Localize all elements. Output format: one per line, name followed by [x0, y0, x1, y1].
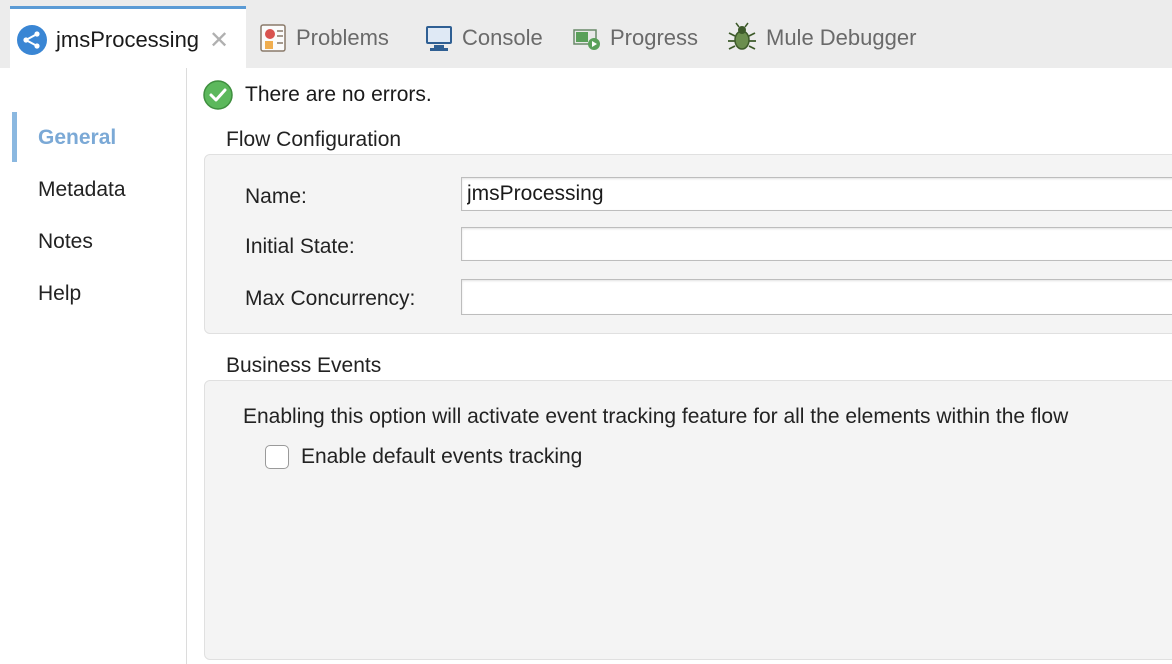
- mule-flow-icon: [16, 24, 48, 56]
- checkbox-label: Enable default events tracking: [301, 445, 583, 468]
- sidebar-nav: General Metadata Notes Help: [0, 68, 187, 664]
- tab-label: Problems: [296, 25, 389, 50]
- max-concurrency-field[interactable]: [461, 279, 1172, 315]
- editor-tab-bar: jmsProcessing ✕ Problems Console Progres…: [0, 0, 1172, 71]
- validation-status: There are no errors.: [203, 80, 432, 110]
- sidebar-item-notes[interactable]: Notes: [38, 230, 93, 254]
- enable-events-tracking-row[interactable]: Enable default events tracking: [265, 445, 582, 469]
- name-label: Name:: [245, 185, 307, 208]
- tab-jms-processing[interactable]: jmsProcessing ✕: [10, 6, 246, 71]
- initial-state-label: Initial State:: [245, 235, 355, 258]
- success-check-icon: [203, 80, 233, 110]
- status-text: There are no errors.: [245, 83, 432, 106]
- business-events-title: Business Events: [226, 354, 382, 377]
- tab-label: Mule Debugger: [766, 25, 917, 50]
- sidebar-item-general[interactable]: General: [38, 126, 116, 150]
- problems-icon: [258, 23, 288, 53]
- enable-events-tracking-checkbox[interactable]: [265, 445, 289, 469]
- flow-config-group: Name: Initial State: Max Concurrency:: [204, 154, 1172, 334]
- tab-progress[interactable]: Progress: [572, 8, 698, 68]
- sidebar-item-help[interactable]: Help: [38, 282, 81, 306]
- sidebar-item-metadata[interactable]: Metadata: [38, 178, 126, 202]
- properties-editor: jmsProcessing ✕ Problems Console Progres…: [0, 0, 1172, 664]
- max-concurrency-label: Max Concurrency:: [245, 287, 416, 310]
- business-events-description: Enabling this option will activate event…: [243, 405, 1069, 428]
- console-icon: [424, 23, 454, 53]
- tab-console[interactable]: Console: [424, 8, 543, 68]
- progress-icon: [572, 23, 602, 53]
- tab-label: Progress: [610, 25, 699, 50]
- tab-label: jmsProcessing: [56, 27, 200, 52]
- tab-mule-debugger[interactable]: Mule Debugger: [726, 8, 916, 68]
- selection-indicator: [12, 112, 17, 162]
- tab-label: Console: [462, 25, 543, 50]
- main-panel: There are no errors. Flow Configuration …: [187, 68, 1172, 664]
- bug-icon: [726, 22, 758, 54]
- initial-state-field[interactable]: [461, 227, 1172, 261]
- name-field[interactable]: [461, 177, 1172, 211]
- tab-problems[interactable]: Problems: [258, 8, 389, 68]
- business-events-group: Enabling this option will activate event…: [204, 380, 1172, 660]
- close-icon[interactable]: ✕: [209, 26, 229, 55]
- flow-config-title: Flow Configuration: [226, 128, 402, 151]
